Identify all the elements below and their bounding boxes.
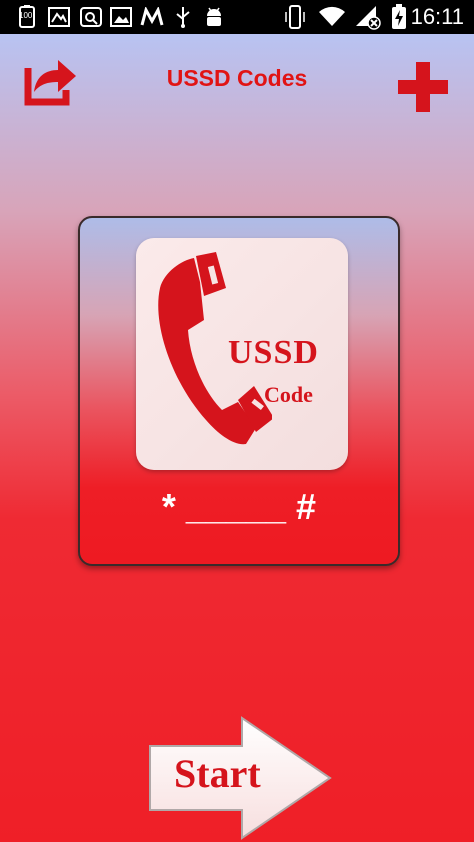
image-icon <box>110 5 132 29</box>
logo-title: USSD <box>228 334 319 371</box>
m-app-icon <box>140 5 164 29</box>
app-screen: USSD Codes USSD Code * _____ # Start <box>0 34 474 842</box>
android-debug-icon <box>202 5 226 29</box>
battery-charging-icon <box>390 4 408 29</box>
add-icon <box>398 62 448 112</box>
usb-icon <box>174 5 192 29</box>
status-bar: 100 16:11 <box>0 0 474 34</box>
top-bar: USSD Codes <box>0 34 474 126</box>
ussd-logo: USSD Code <box>136 238 348 470</box>
wifi-icon <box>318 5 346 29</box>
battery-label: 100 <box>19 11 33 20</box>
logo-subtitle: Code <box>264 382 313 407</box>
q-app-icon <box>80 5 102 29</box>
gallery-icon <box>48 5 70 29</box>
start-button-label: Start <box>174 751 261 796</box>
ussd-pattern: * _____ # <box>161 486 317 527</box>
add-button[interactable] <box>396 60 450 114</box>
no-signal-icon <box>354 5 382 30</box>
phone-vibrate-icon <box>284 5 306 29</box>
start-button[interactable]: Start <box>148 716 332 840</box>
clock: 16:11 <box>410 4 464 29</box>
ussd-card[interactable]: USSD Code * _____ # <box>78 216 400 566</box>
